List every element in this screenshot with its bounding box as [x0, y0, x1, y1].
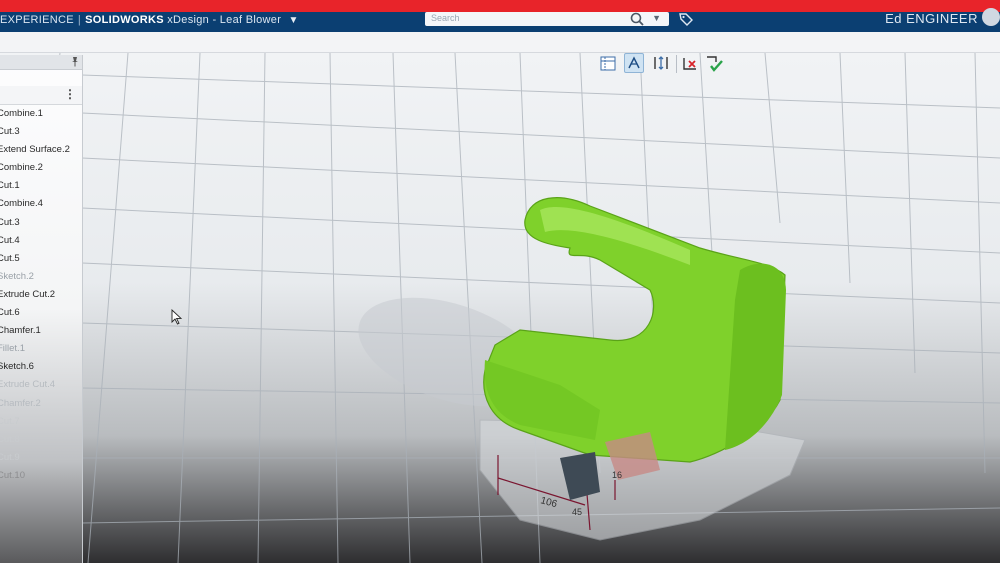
tree-item[interactable]: Combine.1: [0, 105, 82, 123]
document-title: Leaf Blower: [219, 14, 282, 26]
brand-product: SOLIDWORKS: [85, 14, 164, 26]
tree-item[interactable]: Cut.8: [0, 431, 82, 449]
title-dash: -: [212, 14, 217, 26]
feature-tree-toolbar: ⋮: [0, 86, 82, 105]
cancel-icon[interactable]: [680, 53, 700, 73]
brand-separator: |: [77, 14, 82, 26]
search-placeholder: Search: [431, 13, 460, 23]
dimension-small-label-2: 16: [612, 470, 622, 480]
tree-item[interactable]: Cut.3: [0, 123, 82, 141]
pin-icon[interactable]: [70, 56, 80, 67]
command-strip: [0, 32, 1000, 53]
app-brand[interactable]: EXPERIENCE | SOLIDWORKS xDesign - Leaf Blo…: [0, 14, 299, 26]
tree-item[interactable]: Chamfer.1: [0, 322, 82, 340]
search-icon[interactable]: [629, 11, 645, 27]
accept-icon[interactable]: [704, 53, 724, 73]
search-field[interactable]: Search ▼: [425, 12, 669, 26]
tree-item[interactable]: Cut.5: [0, 250, 82, 268]
toolbar-separator: [676, 55, 677, 73]
tag-icon[interactable]: [678, 11, 694, 27]
feature-tree-header: [0, 55, 82, 70]
feature-tree-panel: ⋮ Combine.1 Cut.3 Extend Surface.2 Combine.…: [0, 55, 83, 563]
tree-item[interactable]: Cut.6: [0, 304, 82, 322]
tree-item[interactable]: Chamfer.2: [0, 395, 82, 413]
brand-prefix: EXPERIENCE: [0, 14, 74, 26]
tree-item[interactable]: Extrude Cut.4: [0, 376, 82, 394]
flip-icon[interactable]: [651, 53, 671, 73]
tree-item[interactable]: Cut.10: [0, 467, 82, 485]
tree-item[interactable]: Extrude Cut.2: [0, 286, 82, 304]
tree-item[interactable]: Extend Surface.2: [0, 141, 82, 159]
tree-item[interactable]: Sketch.2: [0, 268, 82, 286]
search-options-chevron-icon[interactable]: ▼: [652, 13, 661, 23]
tree-item[interactable]: Combine.4: [0, 195, 82, 213]
tree-item[interactable]: Cut.7: [0, 413, 82, 431]
dimension-small-label: 45: [572, 507, 582, 517]
top-accent-bar: [0, 0, 1000, 12]
app-header: EXPERIENCE | SOLIDWORKS xDesign - Leaf Blo…: [0, 8, 1000, 32]
tree-item[interactable]: Cut.4: [0, 232, 82, 250]
tree-item[interactable]: Combine.2: [0, 159, 82, 177]
tree-item[interactable]: Cut.9: [0, 449, 82, 467]
chevron-down-icon[interactable]: ▼: [289, 15, 299, 26]
smart-dimension-icon[interactable]: [624, 53, 644, 73]
brand-app: xDesign: [167, 14, 210, 26]
tree-item[interactable]: Fillet.1: [0, 340, 82, 358]
3d-viewport[interactable]: 106 45 16: [0, 53, 1000, 563]
more-options-icon[interactable]: ⋮: [64, 88, 76, 100]
sketch-plane-icon[interactable]: [598, 53, 618, 73]
feature-tree-list: Combine.1 Cut.3 Extend Surface.2 Combine.2 C…: [0, 105, 82, 485]
tree-item[interactable]: Cut.1: [0, 177, 82, 195]
mouse-cursor-icon: [171, 309, 183, 325]
user-name[interactable]: Ed ENGINEER: [885, 11, 978, 26]
tree-item[interactable]: Cut.3: [0, 214, 82, 232]
leaf-blower-model[interactable]: 106 45 16: [0, 53, 1000, 563]
avatar[interactable]: [982, 8, 1000, 26]
tree-item[interactable]: Sketch.6: [0, 358, 82, 376]
